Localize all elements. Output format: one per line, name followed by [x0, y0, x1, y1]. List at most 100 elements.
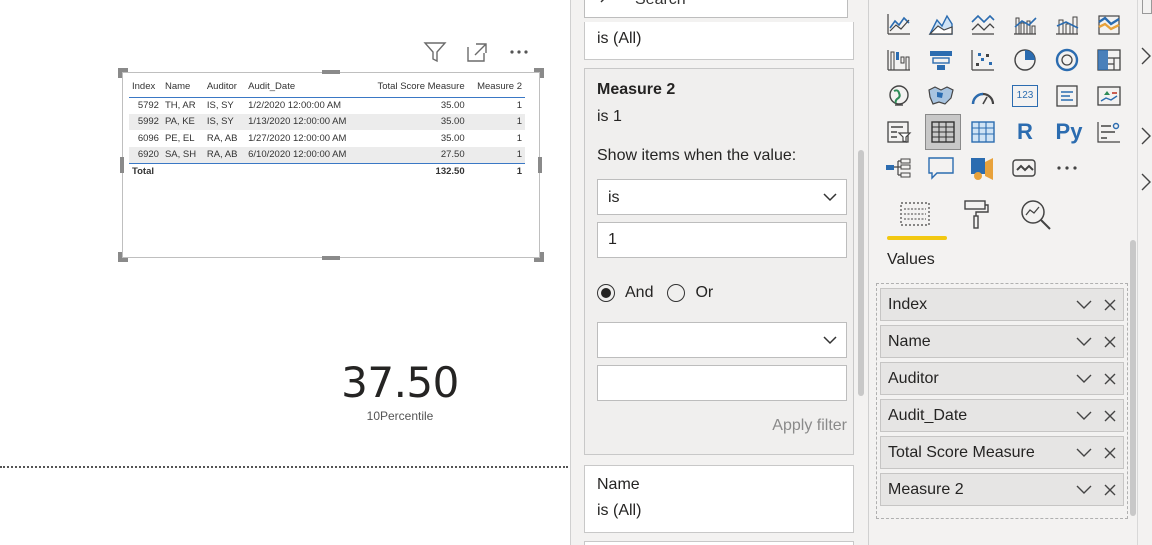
line-chart-icon[interactable] [883, 8, 915, 40]
table-cell: 1/13/2020 12:00:00 AM [245, 113, 363, 130]
field-pill-auditor[interactable]: Auditor [880, 362, 1124, 395]
field-pill-total-score-measure[interactable]: Total Score Measure [880, 436, 1124, 469]
column-header[interactable]: Auditor [204, 77, 245, 97]
chevron-down-icon[interactable] [1075, 299, 1093, 311]
chevron-down-icon[interactable] [1075, 484, 1093, 496]
table-cell: PE, EL [164, 132, 195, 144]
python-visual-label: Py [1055, 119, 1083, 144]
resize-handle[interactable] [540, 68, 544, 78]
stacked-area-chart-icon[interactable] [967, 8, 999, 40]
resize-handle[interactable] [322, 70, 340, 74]
table-cell: 5792 [137, 100, 159, 111]
pie-chart-icon[interactable] [1009, 44, 1041, 76]
r-visual-icon[interactable]: R [1009, 116, 1041, 148]
resize-handle[interactable] [540, 252, 544, 262]
table-visual[interactable]: Index Name Auditor Audit_Date Total Scor… [118, 68, 544, 262]
chevron-right-icon[interactable] [1140, 44, 1152, 194]
area-chart-icon[interactable] [925, 8, 957, 40]
table-cell: TH, AR [164, 100, 196, 111]
chevron-down-icon[interactable] [1075, 373, 1093, 385]
gauge-icon[interactable] [967, 80, 999, 112]
filter-card-name[interactable]: Name is (All) [584, 465, 854, 533]
filled-map-icon[interactable] [925, 80, 957, 112]
slicer-icon[interactable] [883, 116, 915, 148]
smart-narrative-icon[interactable] [967, 152, 999, 184]
apply-filter-button[interactable]: Apply filter [772, 417, 847, 435]
line-clustered-column-icon[interactable] [1009, 8, 1041, 40]
value-input-1[interactable]: 1 [597, 222, 847, 258]
table-cell: 35.00 [362, 113, 468, 130]
filter-card-top[interactable]: is (All) [584, 22, 854, 60]
scatter-chart-icon[interactable] [967, 44, 999, 76]
resize-handle[interactable] [538, 157, 542, 173]
column-header[interactable]: Audit_Date [245, 77, 363, 97]
field-pill-measure-2[interactable]: Measure 2 [880, 473, 1124, 506]
table-visual-icon[interactable] [925, 114, 961, 150]
close-icon[interactable] [1103, 483, 1117, 497]
qa-icon[interactable] [925, 152, 957, 184]
table-cell: IS, SY [206, 100, 234, 111]
table-cell: 1 [467, 146, 525, 163]
treemap-icon[interactable] [1093, 44, 1125, 76]
funnel-chart-icon[interactable] [925, 44, 957, 76]
and-radio[interactable] [597, 284, 615, 302]
close-icon[interactable] [1103, 446, 1117, 460]
paginated-report-icon[interactable] [1009, 152, 1041, 184]
viz-pane-scrollbar[interactable] [1130, 240, 1136, 516]
table-row: 5792 TH, AR IS, SY 1/2/2020 12:00:00 AM … [129, 97, 525, 114]
waterfall-chart-icon[interactable] [883, 44, 915, 76]
decomposition-tree-icon[interactable] [883, 152, 915, 184]
format-tab-icon[interactable] [961, 198, 993, 232]
chevron-down-icon[interactable] [1075, 447, 1093, 459]
card-icon[interactable]: 123 [1009, 80, 1041, 112]
chevron-down-icon[interactable] [1075, 410, 1093, 422]
fields-tab-icon[interactable] [899, 200, 931, 232]
condition-dropdown-2[interactable] [597, 322, 847, 358]
filters-scrollbar[interactable] [858, 150, 864, 396]
chevron-down-icon[interactable] [1075, 336, 1093, 348]
more-visuals-icon[interactable] [1051, 152, 1083, 184]
key-influencers-icon[interactable] [1093, 116, 1125, 148]
more-options-icon[interactable] [506, 40, 532, 64]
field-pill-label: Index [888, 296, 928, 313]
resize-handle[interactable] [118, 252, 122, 262]
value-input-2[interactable] [597, 365, 847, 401]
line-stacked-column-icon[interactable] [1051, 8, 1083, 40]
close-icon[interactable] [1103, 409, 1117, 423]
column-header[interactable]: Measure 2 [468, 77, 525, 97]
column-header[interactable]: Index [129, 77, 162, 97]
column-header[interactable]: Name [162, 77, 204, 97]
close-icon[interactable] [1103, 372, 1117, 386]
resize-handle[interactable] [322, 256, 340, 260]
kpi-icon[interactable] [1093, 80, 1125, 112]
filter-icon[interactable] [422, 40, 448, 64]
filter-card-value: is (All) [597, 30, 642, 47]
close-icon[interactable] [1103, 298, 1117, 312]
map-icon[interactable] [883, 80, 915, 112]
filter-card-title[interactable]: Measure 2 [597, 81, 675, 99]
field-pill-name[interactable]: Name [880, 325, 1124, 358]
or-radio[interactable] [667, 284, 686, 302]
matrix-icon[interactable] [967, 116, 999, 148]
field-pill-index[interactable]: Index [880, 288, 1124, 321]
resize-handle[interactable] [120, 157, 124, 173]
table-cell: 6096 [137, 132, 159, 144]
table-row: 5992 PA, KE IS, SY 1/13/2020 12:00:00 AM… [129, 113, 525, 130]
field-pill-label: Total Score Measure [888, 444, 1035, 461]
table-cell: RA, AB [206, 132, 238, 144]
multi-row-card-icon[interactable] [1051, 80, 1083, 112]
close-icon[interactable] [1103, 335, 1117, 349]
resize-handle[interactable] [118, 68, 122, 78]
analytics-tab-icon[interactable] [1019, 198, 1053, 232]
field-pill-audit-date[interactable]: Audit_Date [880, 399, 1124, 432]
values-well: Index Name Auditor Audit_Date Total Scor… [876, 283, 1128, 519]
column-header[interactable]: Total Score Measure [363, 77, 468, 97]
focus-mode-icon[interactable] [464, 40, 490, 64]
search-input[interactable]: Search [584, 0, 848, 18]
python-visual-icon[interactable]: Py [1051, 116, 1087, 148]
condition-dropdown-1[interactable]: is [597, 179, 847, 215]
filter-card-next[interactable] [584, 541, 854, 545]
donut-chart-icon[interactable] [1051, 44, 1083, 76]
search-icon [599, 0, 613, 8]
ribbon-chart-icon[interactable] [1093, 8, 1125, 40]
